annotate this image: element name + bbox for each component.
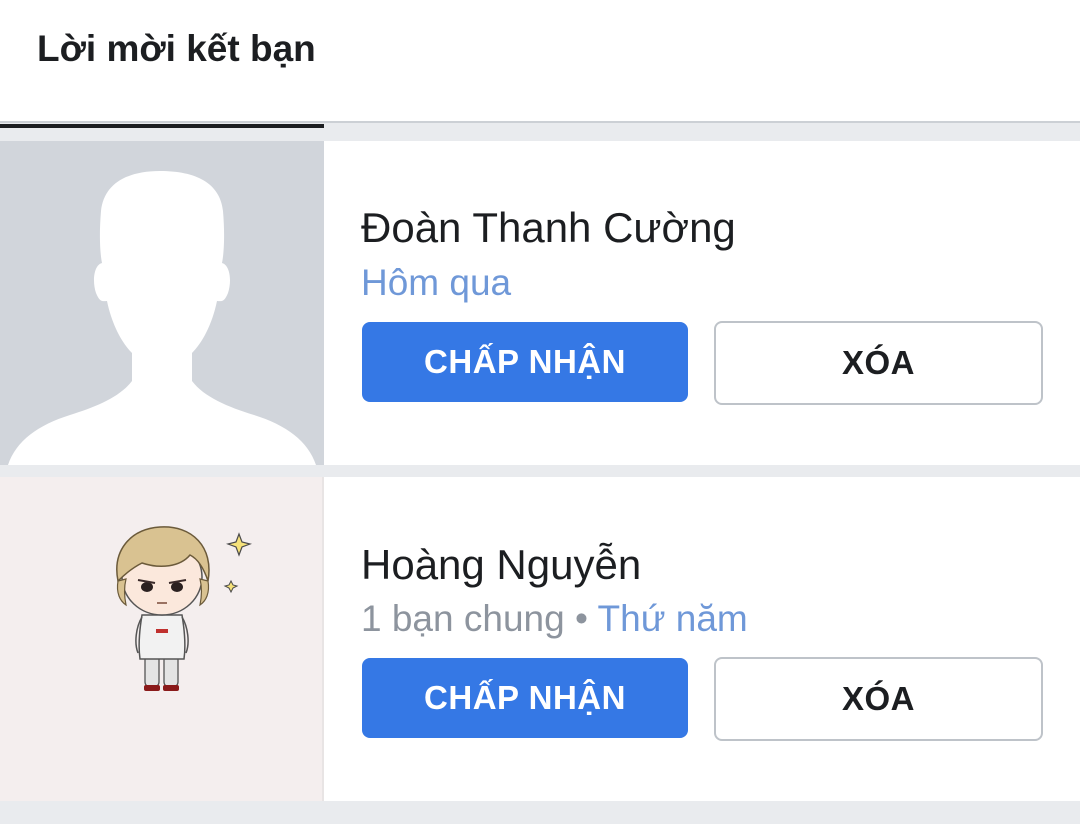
chibi-character-avatar	[0, 477, 324, 801]
mutual-friends[interactable]: 1 bạn chung	[361, 598, 565, 639]
accept-button[interactable]: CHẤP NHẬN	[362, 658, 688, 738]
section-gap	[0, 801, 1080, 824]
request-time: Thứ năm	[597, 598, 748, 639]
request-meta: 1 bạn chung • Thứ năm	[361, 598, 748, 640]
meta-separator: •	[564, 598, 598, 639]
section-gap	[0, 465, 1080, 477]
request-name[interactable]: Hoàng Nguyễn	[361, 541, 641, 589]
accept-button[interactable]: CHẤP NHẬN	[362, 322, 688, 402]
delete-button[interactable]: XÓA	[714, 321, 1043, 405]
avatar[interactable]	[0, 477, 324, 801]
page-title: Lời mời kết bạn	[37, 28, 316, 69]
avatar[interactable]	[0, 141, 324, 465]
delete-button[interactable]: XÓA	[714, 657, 1043, 741]
friend-request-card: Đoàn Thanh Cường Hôm qua CHẤP NHẬN XÓA	[0, 141, 1080, 465]
request-meta: Hôm qua	[361, 262, 511, 304]
header-divider	[0, 121, 1080, 123]
section-gap	[0, 128, 1080, 141]
default-silhouette-icon	[0, 141, 324, 465]
request-time: Hôm qua	[361, 262, 512, 303]
request-name[interactable]: Đoàn Thanh Cường	[361, 204, 736, 252]
friend-request-card: Hoàng Nguyễn 1 bạn chung • Thứ năm CHẤP …	[0, 477, 1080, 801]
page-header: Lời mời kết bạn	[0, 0, 1080, 121]
